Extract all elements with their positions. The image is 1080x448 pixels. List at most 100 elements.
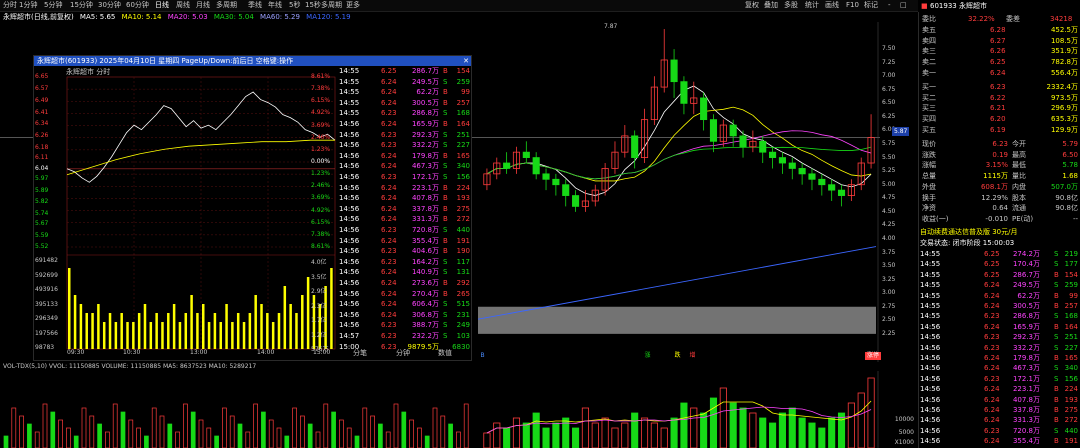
volume-bar <box>769 422 777 448</box>
tab-yearly[interactable]: 年线 <box>268 1 282 10</box>
tick-row: 14:55 6.25 286.7万 B 154 <box>339 66 470 77</box>
f10-button[interactable]: F10 <box>846 1 859 10</box>
volume-bar <box>276 427 282 448</box>
stat-row: 换手 12.29% 股本 90.8亿 <box>920 193 1080 204</box>
candle <box>818 178 826 186</box>
volume-bar <box>670 417 678 448</box>
volume-bar <box>66 427 71 448</box>
intraday-volume-bar <box>295 313 298 349</box>
intraday-price-label: 5.67 <box>35 220 49 228</box>
tick-count: 251 <box>456 130 470 139</box>
volume-bar <box>245 431 251 448</box>
intraday-volume-bar <box>318 304 322 349</box>
tab-15min[interactable]: 15分钟 <box>70 1 93 10</box>
volume-bar <box>34 431 40 448</box>
tab-15sec[interactable]: 15秒 <box>305 1 321 10</box>
overlay-button[interactable]: 叠加 <box>764 1 778 10</box>
intraday-volume-bar <box>68 268 71 349</box>
tick-time: 14:56 <box>339 183 360 192</box>
volume-bar <box>562 417 570 448</box>
stats-button[interactable]: 统计 <box>805 1 819 10</box>
mark-button[interactable]: 标记 <box>864 1 878 10</box>
tab-values[interactable]: 数值 <box>425 349 465 358</box>
intraday-amount-label: 1.7亿 <box>311 317 327 324</box>
volume-bar <box>778 412 786 448</box>
popup-title-bar[interactable]: 永辉超市(601933) 2025年04月10日 星期四 PageUp/Down… <box>34 56 471 66</box>
stat-value-2: 1.68 <box>1062 172 1078 181</box>
volume-bar <box>50 411 56 448</box>
tab-more[interactable]: 更多 <box>346 1 360 10</box>
tab-minutes[interactable]: 分钟 <box>383 349 423 358</box>
intraday-volume-bar <box>283 286 287 349</box>
volume-bar <box>58 419 63 448</box>
bid-price: 6.20 <box>990 115 1006 124</box>
tab-1min[interactable]: 1分钟 <box>19 1 37 10</box>
tab-5sec[interactable]: 5秒 <box>289 1 300 10</box>
tick-count: 257 <box>1064 302 1078 310</box>
volume-bar <box>393 403 399 448</box>
intraday-chart[interactable] <box>34 75 337 360</box>
tab-monthly[interactable]: 月线 <box>196 1 210 10</box>
bid-volume: 296.9万 <box>1050 104 1078 113</box>
intraday-time-label: 13:00 <box>190 349 208 356</box>
tab-ticks[interactable]: 分笔 <box>340 349 380 358</box>
intraday-amount-label: 3.5亿 <box>311 273 327 281</box>
ask-volume: 452.5万 <box>1050 26 1078 34</box>
tick-count: 515 <box>456 300 470 309</box>
tick-row: 14:56 6.23 404.6万 B 190 <box>339 246 470 257</box>
intraday-volume-bar <box>167 313 170 349</box>
tick-time: 14:56 <box>920 374 941 383</box>
intraday-volume-bar <box>306 277 310 349</box>
stat-label-2: 最高 <box>1012 150 1026 159</box>
tick-row: 14:56 6.24 337.8万 B 275 <box>339 204 470 215</box>
volume-bar <box>409 419 414 448</box>
volume-bar <box>183 403 188 448</box>
bid-row: 买三 6.21 296.9万 <box>920 103 1080 114</box>
volume-bar <box>660 427 668 448</box>
price-tick-label: 4.00 <box>882 234 896 242</box>
tick-price: 6.24 <box>984 281 1000 290</box>
tick-row: 14:55 6.24 249.5万 S 259 <box>339 77 470 88</box>
minimize-button[interactable]: - <box>888 1 891 10</box>
tick-price: 6.25 <box>984 250 1000 258</box>
volume-bar <box>237 423 243 448</box>
tab-multi[interactable]: 多周期 <box>321 1 342 10</box>
draw-button[interactable]: 画线 <box>825 1 839 10</box>
bid-label: 买二 <box>922 93 936 102</box>
tick-count: 272 <box>1064 416 1078 425</box>
tick-time: 14:56 <box>920 354 941 362</box>
stat-label-2: 流通 <box>1012 204 1026 213</box>
tab-multi-period[interactable]: 多周期 <box>216 1 237 10</box>
maximize-button[interactable]: □ <box>900 1 907 10</box>
volume-bar <box>300 415 305 448</box>
tab-weekly[interactable]: 周线 <box>176 1 190 10</box>
tab-5min[interactable]: 5分钟 <box>44 1 62 10</box>
tick-amount: 270.4万 <box>411 289 439 298</box>
intraday-pct-label: 6.15% <box>311 97 331 105</box>
close-icon[interactable]: ✕ <box>463 56 469 66</box>
volume-chart[interactable] <box>0 371 915 448</box>
tab-30min[interactable]: 30分钟 <box>98 1 121 10</box>
candle <box>778 157 786 164</box>
tick-count: 154 <box>456 67 470 75</box>
intraday-price-label: 6.18 <box>35 143 49 151</box>
volume-bar <box>432 407 438 448</box>
intraday-volume-bar <box>102 322 106 349</box>
volume-bar <box>120 411 126 448</box>
tab-intraday[interactable]: 分时 <box>3 1 17 10</box>
renew-banner[interactable]: 自动续费通达信普及版 30元/月 <box>920 227 1080 237</box>
tab-quarterly[interactable]: 季线 <box>248 1 262 10</box>
intraday-volume-bar <box>126 322 129 349</box>
tab-60min[interactable]: 60分钟 <box>126 1 149 10</box>
adjust-button[interactable]: 复权 <box>745 1 759 10</box>
tick-count: 190 <box>456 247 470 256</box>
tick-count: 117 <box>456 257 470 266</box>
tab-daily[interactable]: 日线 <box>155 1 169 10</box>
multi-stock-button[interactable]: 多股 <box>784 1 798 10</box>
volume-bar <box>493 422 501 448</box>
intraday-price-label: 6.41 <box>35 109 49 117</box>
tick-row: 14:56 6.24 306.8万 S 231 <box>339 310 470 321</box>
intraday-volume-bar <box>120 313 123 349</box>
tick-count: 99 <box>461 88 470 97</box>
ask-label: 卖三 <box>922 47 936 56</box>
